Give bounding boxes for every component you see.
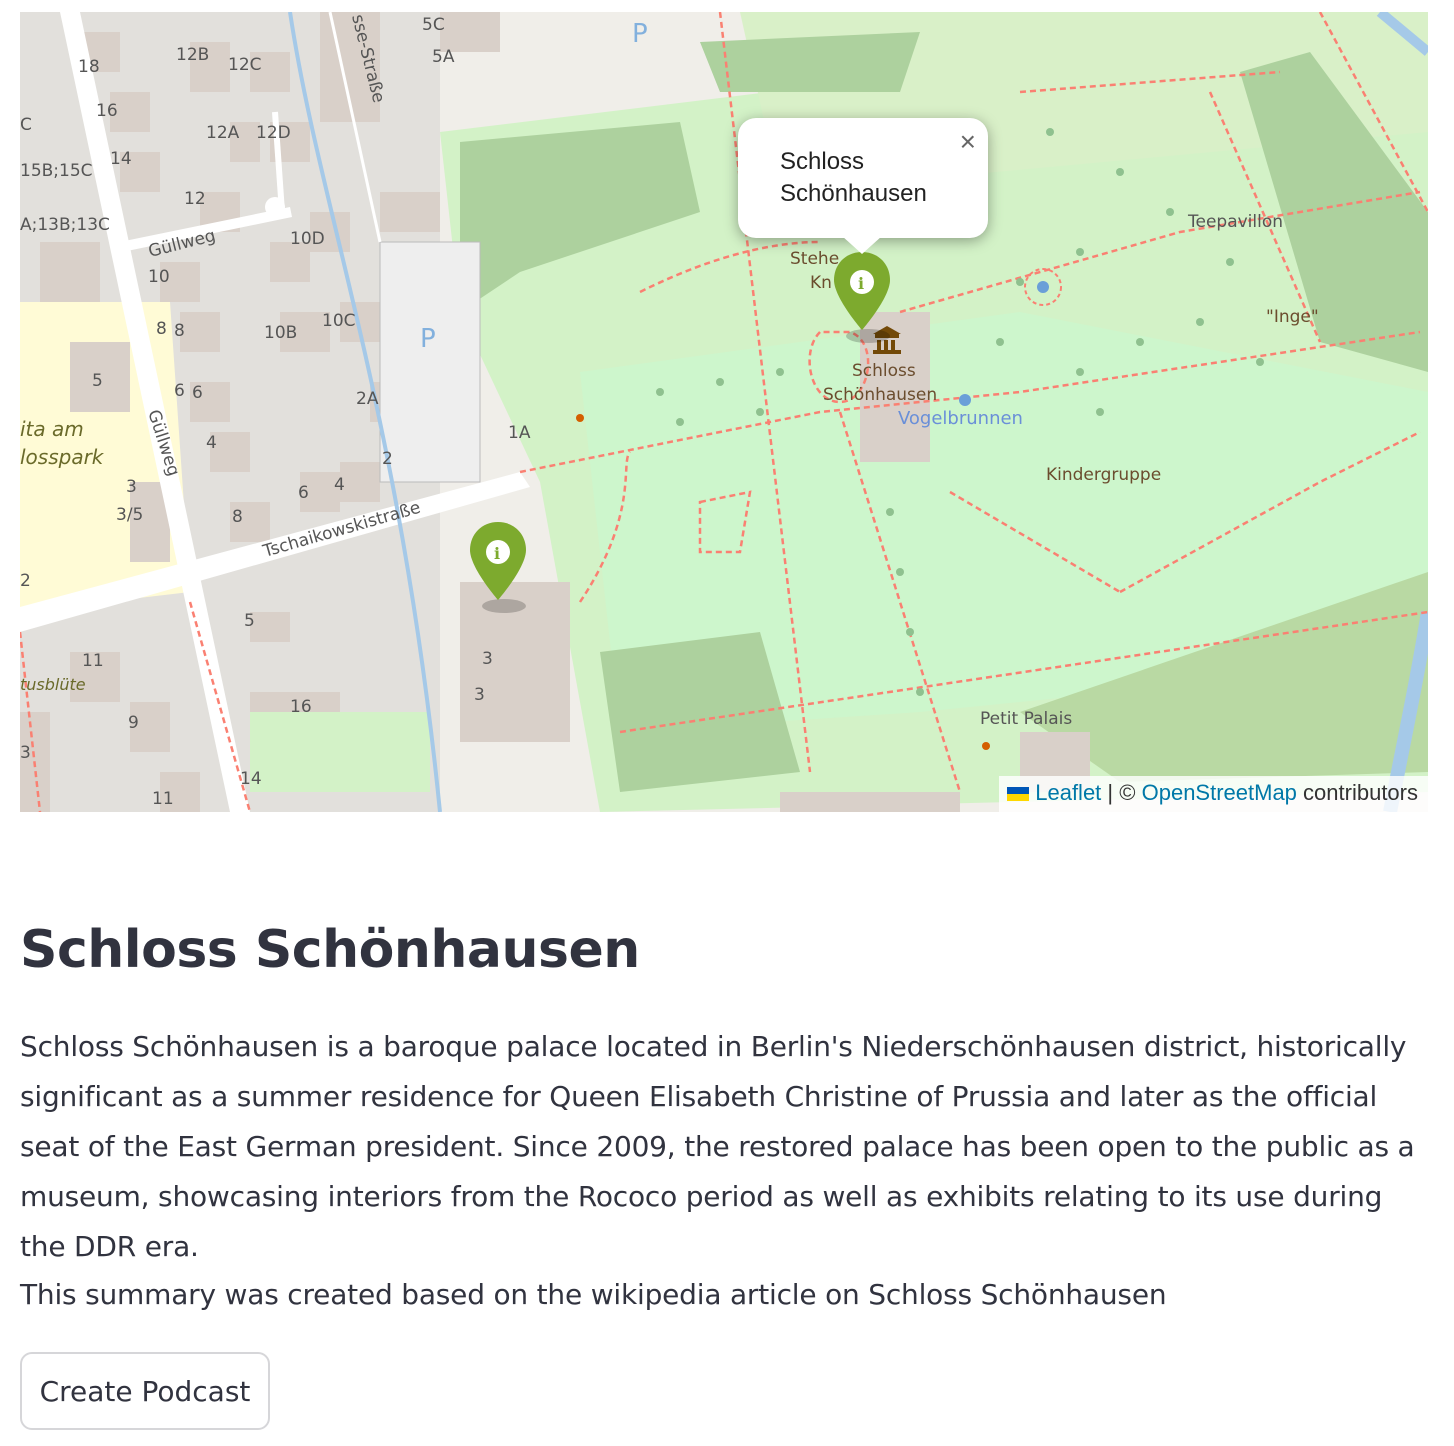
place-label: Petit Palais — [980, 709, 1072, 729]
place-label: Vogelbrunnen — [898, 408, 1023, 429]
source-note: This summary was created based on the wi… — [20, 1278, 1167, 1311]
place-label: Schönhausen — [823, 385, 937, 405]
popup-title: Schloss Schönhausen — [780, 148, 927, 207]
house-number: 12 — [184, 189, 206, 209]
copyright-symbol: © — [1119, 780, 1136, 805]
house-number: 5 — [92, 371, 103, 391]
map-popup: Schloss Schönhausen × — [738, 118, 988, 254]
map-attribution: Leaflet | © OpenStreetMap contributors — [999, 776, 1428, 812]
map-tiles[interactable]: P P Güllweg Güllweg Tschaikowskistraße s… — [20, 12, 1428, 812]
house-number: 12A — [206, 123, 240, 143]
house-number: 14 — [240, 769, 262, 789]
close-icon[interactable]: × — [960, 126, 976, 158]
summary-text: Schloss Schönhausen is a baroque palace … — [20, 1030, 1415, 1263]
house-number: 14 — [110, 149, 132, 169]
place-label: Kn — [810, 273, 832, 293]
popup-tip — [842, 236, 882, 254]
house-number: 3 — [474, 685, 485, 705]
house-number: 5 — [244, 611, 255, 631]
create-podcast-button[interactable]: Create Podcast — [20, 1352, 270, 1430]
page-title: Schloss Schönhausen — [20, 920, 640, 980]
house-number: 5C — [422, 15, 445, 35]
house-number: 9 — [128, 713, 139, 733]
house-number: 4 — [206, 433, 217, 453]
house-number: 8 — [156, 319, 167, 339]
info-icon: i — [494, 544, 500, 563]
info-icon: i — [858, 274, 864, 293]
house-number: 11 — [152, 789, 174, 809]
house-number: 5A — [432, 47, 455, 67]
house-number: 2A — [356, 389, 379, 409]
house-number: 12B — [176, 45, 209, 65]
place-label: ita am — [20, 417, 84, 441]
house-number: 10D — [290, 229, 325, 249]
house-number: 12C — [228, 55, 262, 75]
house-number: 10B — [264, 323, 297, 343]
place-label: Stehe — [790, 249, 839, 269]
attribution-contributors: contributors — [1303, 780, 1418, 805]
house-number: 12D — [256, 123, 291, 143]
place-label: "Inge" — [1266, 307, 1319, 327]
parking-label: P — [420, 324, 436, 354]
parking-label: P — [632, 19, 648, 49]
place-label: Schloss — [852, 361, 916, 381]
house-number: 15B;15C — [20, 161, 93, 181]
openstreetmap-link[interactable]: OpenStreetMap — [1142, 780, 1297, 805]
place-label: tusblüte — [20, 675, 86, 694]
house-number: C — [20, 115, 32, 135]
map[interactable]: P P Güllweg Güllweg Tschaikowskistraße s… — [20, 12, 1428, 812]
house-number: 8 — [174, 321, 185, 341]
house-number: 3/5 — [116, 505, 143, 525]
house-number: 1A — [508, 423, 531, 443]
house-number: 10C — [322, 311, 356, 331]
ukraine-flag-icon — [1007, 787, 1030, 801]
place-label: losspark — [20, 445, 105, 469]
house-number: 18 — [78, 57, 100, 77]
house-number: 11 — [82, 651, 104, 671]
house-number: 3 — [482, 649, 493, 669]
house-number: 6 — [298, 483, 309, 503]
place-label: Kindergruppe — [1046, 465, 1161, 485]
house-number: 2 — [382, 449, 393, 469]
house-number: 6 — [174, 381, 185, 401]
house-number: 16 — [96, 101, 118, 121]
attribution-separator: | — [1107, 780, 1114, 805]
house-number: 10 — [148, 267, 170, 287]
place-label: Teepavillon — [1187, 212, 1283, 232]
house-number: A;13B;13C — [20, 215, 110, 235]
house-number: 3 — [20, 743, 31, 763]
house-number: 6 — [192, 383, 203, 403]
leaflet-link[interactable]: Leaflet — [1035, 780, 1101, 805]
house-number: 4 — [334, 475, 345, 495]
house-number: 16 — [290, 697, 312, 717]
house-number: 3 — [126, 477, 137, 497]
house-number: 2 — [20, 571, 31, 591]
house-number: 8 — [232, 507, 243, 527]
